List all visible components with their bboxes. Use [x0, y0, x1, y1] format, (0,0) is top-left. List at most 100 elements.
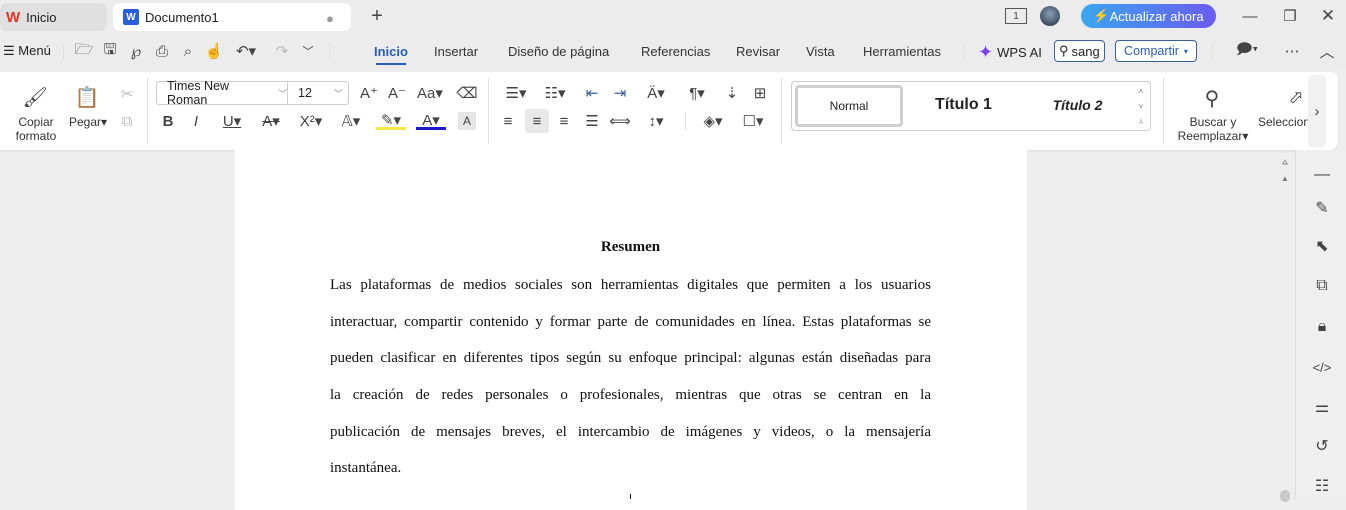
collapse-panel-icon[interactable]: — [1308, 161, 1336, 189]
align-center-icon[interactable]: ≡ [525, 109, 549, 133]
numbered-list-icon[interactable]: ☷▾ [541, 84, 569, 102]
underline-icon[interactable]: U▾ [218, 112, 246, 130]
tab-referencias[interactable]: Referencias [641, 44, 710, 59]
upgrade-button[interactable]: ⚡ Actualizar ahora [1081, 4, 1216, 28]
paragraph-mark-icon[interactable]: ¶▾ [683, 84, 711, 102]
sliders-icon[interactable]: ⚌ [1308, 393, 1336, 421]
tab-insertar[interactable]: Insertar [434, 44, 478, 59]
clear-format-icon[interactable]: ⌫ [456, 84, 477, 102]
chevron-down-icon: ﹀ [277, 88, 287, 99]
strikethrough-icon[interactable]: A▾ [257, 112, 285, 130]
tab-diseno-pagina[interactable]: Diseño de página [508, 44, 609, 59]
bold-icon[interactable]: B [159, 112, 177, 130]
copy-icon[interactable]: ⧉ [118, 112, 136, 130]
tab-document[interactable]: W Documento1 ● [113, 3, 351, 31]
select-arrow-icon[interactable]: ⬉ [1308, 232, 1336, 260]
tab-herramientas[interactable]: Herramientas [863, 44, 941, 59]
menu-button[interactable]: ☰ Menú [3, 43, 51, 59]
borders-icon[interactable]: ☐▾ [738, 112, 768, 130]
print-preview-icon[interactable]: ⌕ [179, 42, 197, 60]
new-tab-button[interactable]: + [366, 5, 388, 27]
table-grid-icon[interactable]: ⊞ [751, 84, 769, 102]
print-icon[interactable]: ⎙ [153, 42, 171, 60]
superscript-icon[interactable]: X²▾ [297, 112, 325, 130]
ribbon-scroll-right-icon[interactable]: › [1308, 75, 1326, 147]
increase-font-icon[interactable]: A⁺ [360, 84, 378, 102]
copy-format-button[interactable]: Copiar formato [10, 115, 62, 143]
style-titulo-1[interactable]: Título 1 [916, 96, 1011, 114]
upgrade-label: Actualizar ahora [1109, 8, 1204, 24]
font-size-select[interactable]: 12 ﹀ [287, 81, 349, 105]
tab-revisar[interactable]: Revisar [736, 44, 780, 59]
bullet-list-icon[interactable]: ☰▾ [502, 84, 530, 102]
styles-scroll[interactable]: ˄ ˅ ⩡ [1136, 84, 1146, 129]
search-input[interactable]: ⚲ sang [1054, 40, 1105, 62]
avatar[interactable] [1040, 6, 1060, 26]
align-right-icon[interactable]: ≡ [555, 112, 573, 130]
document-compare-icon[interactable]: ⧉ [1308, 272, 1336, 300]
document-heading: Resumen [600, 239, 661, 255]
wps-logo-icon: W [6, 8, 21, 26]
page-count-icon[interactable]: 1 [1005, 8, 1027, 24]
history-icon[interactable]: ↺ [1308, 432, 1336, 460]
unsaved-dot-icon[interactable]: ● [326, 11, 334, 26]
more-options-icon[interactable]: ⋯ [1283, 42, 1301, 60]
shading-icon[interactable]: ◈▾ [698, 112, 728, 130]
hand-tool-icon[interactable]: ☝ [205, 42, 224, 60]
line-spacing-icon[interactable]: ↕▾ [641, 112, 671, 130]
cut-icon[interactable]: ✂ [118, 85, 136, 103]
font-size-value: 12 [298, 86, 312, 100]
paste-button[interactable]: Pegar▾ [66, 115, 110, 129]
font-name-select[interactable]: Times New Roman ﹀ [156, 79, 288, 107]
tab-home[interactable]: W Inicio [0, 3, 107, 31]
paste-icon: 📋 [74, 86, 100, 109]
tab-inicio[interactable]: Inicio [374, 44, 408, 65]
text-effects-icon[interactable]: 𝔸▾ [337, 112, 365, 130]
paste-label: Pegar [68, 115, 101, 129]
comments-button[interactable]: 🗩▾ [1232, 41, 1262, 60]
restore-button[interactable]: ❐ [1280, 6, 1300, 26]
edit-pen-icon[interactable]: ✎ [1308, 194, 1336, 222]
decrease-indent-icon[interactable]: ⇤ [583, 84, 601, 102]
chevron-up-icon[interactable]: ˄ [1139, 87, 1144, 96]
font-name-value: Times New Roman [167, 79, 230, 107]
tab-vista[interactable]: Vista [806, 44, 835, 59]
save-icon[interactable]: 🖫 [101, 41, 119, 60]
page-nav-icon[interactable]: ⩠ [1278, 156, 1292, 168]
style-normal[interactable]: Normal [795, 85, 903, 127]
redo-button[interactable]: ↷ [273, 42, 291, 60]
font-color-icon[interactable]: A▾ [416, 112, 446, 130]
chevron-down-icon[interactable]: ˅ [1139, 102, 1144, 111]
vertical-scrollbar-thumb[interactable] [1280, 490, 1290, 502]
open-folder-icon[interactable]: 🗁 [75, 41, 94, 60]
code-icon[interactable]: </> [1308, 353, 1336, 381]
wps-ai-button[interactable]: ✦ WPS AI [978, 42, 1042, 63]
distributed-align-icon[interactable]: ⟺ [609, 112, 631, 130]
chevron-down-icon: ﹀ [333, 88, 343, 99]
text-direction-icon[interactable]: Ä▾ [641, 84, 671, 102]
character-shading-icon[interactable]: A [458, 112, 476, 130]
outline-icon[interactable]: ☷ [1308, 472, 1336, 500]
highlight-icon[interactable]: ✎▾ [376, 112, 406, 130]
minimize-button[interactable]: — [1240, 6, 1260, 26]
collapse-ribbon-icon[interactable]: ︿ [1318, 42, 1336, 61]
find-replace-button[interactable]: Buscar y Reemplazar▾ [1174, 115, 1252, 143]
select-button[interactable]: Seleccion [1258, 115, 1308, 129]
align-left-icon[interactable]: ≡ [499, 112, 517, 130]
change-case-icon[interactable]: Aa▾ [416, 84, 444, 102]
share-button[interactable]: Compartir ▾ [1115, 40, 1197, 62]
expand-styles-icon[interactable]: ⩡ [1139, 117, 1144, 126]
lock-icon[interactable]: 🔒︎ [1308, 313, 1336, 341]
more-quick-access-icon[interactable]: ﹀ [299, 42, 317, 60]
decrease-font-icon[interactable]: A⁻ [388, 84, 406, 102]
sort-icon[interactable]: ⇣ [723, 84, 741, 102]
text-cursor [630, 494, 631, 499]
close-button[interactable]: ✕ [1318, 6, 1338, 26]
undo-button[interactable]: ↶▾ [233, 42, 259, 60]
scroll-up-icon[interactable]: ▲ [1278, 172, 1292, 184]
export-pdf-icon[interactable]: ℘ [127, 42, 145, 60]
increase-indent-icon[interactable]: ⇥ [611, 84, 629, 102]
style-titulo-2[interactable]: Título 2 [1030, 97, 1125, 113]
italic-icon[interactable]: I [187, 112, 205, 130]
justify-icon[interactable]: ☰ [583, 112, 601, 130]
